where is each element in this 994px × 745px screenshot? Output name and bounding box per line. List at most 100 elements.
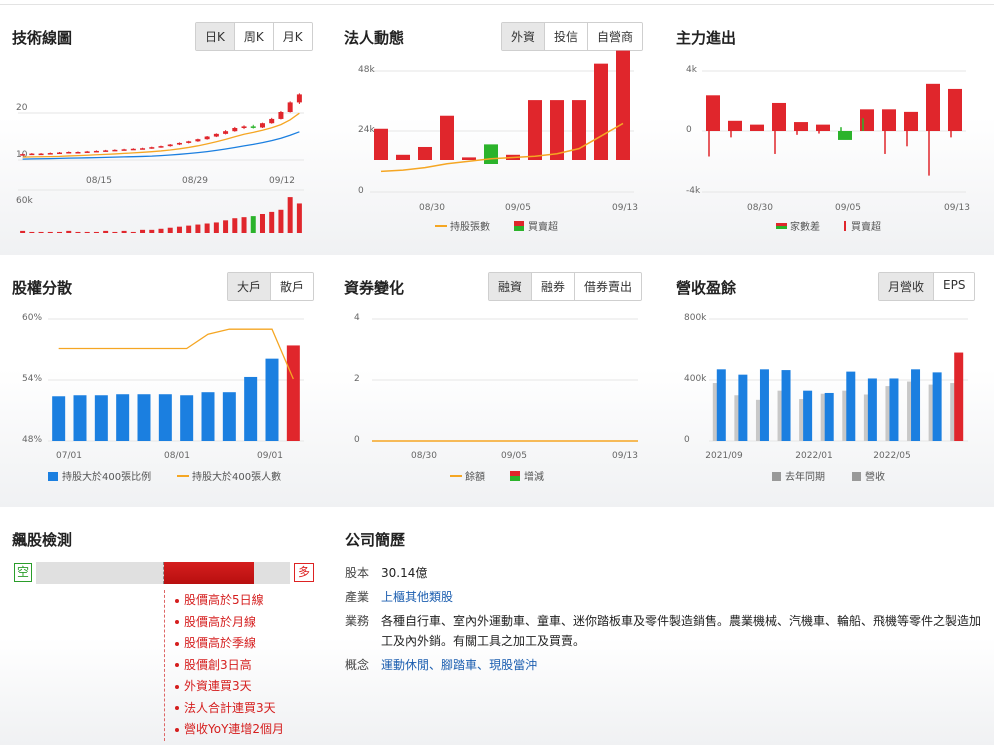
revenue-panel: 營收盈餘 月營收 EPS 800k 400k 0 2021/09 2022/01 2022…	[664, 255, 994, 507]
net-sell-bar	[484, 160, 498, 164]
net-buy-bar	[484, 144, 498, 160]
main-force-bar	[794, 122, 808, 131]
row-charts-1: 技術線圖 日K 周K 月K 20 10 08/15 08/29 09/12 60k 法人動…	[0, 5, 994, 255]
tech-chart-panel: 技術線圖 日K 周K 月K 20 10 08/15 08/29 09/12 60k	[0, 5, 330, 255]
legend-swatch-family-top	[776, 223, 787, 226]
y-tick-label: 4k	[686, 65, 698, 75]
concept-label: 概念	[345, 658, 370, 672]
main-force-bar	[882, 109, 896, 131]
candle	[241, 126, 247, 128]
holder-ratio-bar	[201, 392, 215, 441]
candle	[84, 151, 90, 153]
volume-bar	[250, 216, 256, 233]
y-tick-label: 60%	[22, 313, 42, 323]
volume-axis-label: 60k	[16, 196, 33, 206]
x-tick-label: 08/30	[419, 203, 445, 213]
revenue-bar	[716, 369, 726, 441]
share-panel: 股權分散 大戶 散戶 60% 54% 48% 07/01 08/01 09/01 持股大於4…	[0, 255, 330, 507]
x-tick-label: 09/13	[944, 203, 970, 213]
legend-swatch-up	[510, 471, 520, 476]
margin-panel: 資券變化 融資 融券 借券賣出 4 2 0 08/30 09/05 09/13 餘額 增減	[332, 255, 662, 507]
holder-ratio-bar	[116, 394, 130, 441]
volume-bar	[232, 218, 238, 233]
net-buy-bar	[396, 154, 410, 160]
industry-link[interactable]: 上櫃其他類股	[381, 587, 981, 607]
x-tick-label: 09/01	[257, 451, 283, 461]
y-tick-label: 54%	[22, 374, 42, 384]
revenue-bar	[889, 378, 899, 441]
candle	[259, 123, 265, 128]
holder-ratio-bar	[180, 395, 194, 441]
row-charts-2: 股權分散 大戶 散戶 60% 54% 48% 07/01 08/01 09/01 持股大於4…	[0, 255, 994, 507]
candle	[167, 144, 173, 147]
business-desc: 各種自行車、室內外運動車、童車、迷你踏板車及零件製造銷售。農業機械、汽機車、輪船…	[381, 614, 982, 648]
margin-chart: 4 2 0 08/30 09/05 09/13 餘額 增減	[354, 313, 638, 483]
main-force-bar	[860, 109, 874, 131]
revenue-bar	[824, 392, 834, 441]
y-tick-label: 0	[686, 125, 692, 135]
candle	[232, 128, 238, 132]
ma-short-line	[22, 112, 300, 158]
candle	[204, 136, 210, 140]
volume-bar	[158, 228, 164, 233]
holder-ratio-bar	[52, 396, 66, 441]
volume-bar	[121, 230, 127, 233]
candle	[66, 152, 72, 154]
legend-swatch-up	[514, 221, 524, 226]
concept-sep: 、	[429, 658, 442, 672]
legend-swatch-down	[510, 476, 520, 481]
holder-count-line	[58, 328, 294, 380]
candle	[278, 112, 284, 119]
business-label: 業務	[345, 614, 370, 628]
candle	[93, 150, 99, 153]
holder-ratio-bar	[265, 358, 279, 441]
x-tick-label: 09/12	[269, 176, 295, 186]
revenue-bar	[911, 369, 921, 441]
candle	[47, 153, 53, 155]
y-tick-label: 0	[354, 435, 360, 445]
candle	[149, 147, 155, 149]
volume-bar	[204, 223, 210, 233]
x-tick-label: 08/01	[164, 451, 190, 461]
institution-panel: 法人動態 外資 投信 自營商 48k 24k 0 08/30 09/05 09/13 持股張…	[332, 5, 662, 255]
company-title: 公司簡歷	[345, 531, 406, 549]
holder-ratio-bar	[73, 395, 87, 441]
x-tick-label: 2021/09	[705, 451, 743, 461]
y-tick-label: 800k	[684, 313, 707, 323]
candle	[269, 118, 275, 124]
holder-ratio-bar	[158, 394, 172, 441]
main-force-bar	[948, 88, 962, 131]
net-buy-bar	[616, 50, 630, 160]
candle	[57, 152, 63, 155]
volume-bar	[195, 224, 201, 233]
x-tick-label: 08/29	[182, 176, 208, 186]
candle	[38, 153, 44, 156]
y-tick-label: 48%	[22, 435, 42, 445]
y-tick-label: 4	[354, 313, 360, 323]
net-buy-bar	[440, 115, 454, 160]
volume-bar	[57, 231, 63, 233]
holder-ratio-bar	[222, 392, 236, 441]
legend-swatch-down	[514, 226, 524, 231]
revenue-bar	[781, 370, 791, 441]
x-tick-label: 2022/05	[873, 451, 910, 461]
x-tick-label: 08/15	[86, 176, 112, 186]
company-panel: 公司簡歷 股本 30.14億 產業 上櫃其他類股 業務 各種自行車、室內外運動車、童車…	[0, 507, 994, 745]
capital-label: 股本	[345, 566, 370, 580]
concept-link[interactable]: 腳踏車	[441, 658, 477, 672]
volume-bar	[213, 222, 219, 233]
volume-bar	[259, 214, 265, 233]
legend-ratio: 持股大於400張比例	[62, 470, 151, 483]
volume-bar	[20, 230, 26, 233]
concept-link[interactable]: 運動休閒	[381, 658, 429, 672]
main-force-bar	[772, 102, 786, 131]
candle	[176, 142, 182, 145]
holder-ratio-bar	[137, 394, 151, 441]
y-tick-label: 20	[16, 103, 28, 113]
net-buy-bar	[572, 100, 586, 160]
revenue-bar	[954, 352, 964, 441]
y-tick-label: 2	[354, 374, 360, 384]
concept-link[interactable]: 現股當沖	[489, 658, 537, 672]
x-tick-label: 09/05	[505, 203, 531, 213]
volume-bar	[296, 203, 302, 233]
